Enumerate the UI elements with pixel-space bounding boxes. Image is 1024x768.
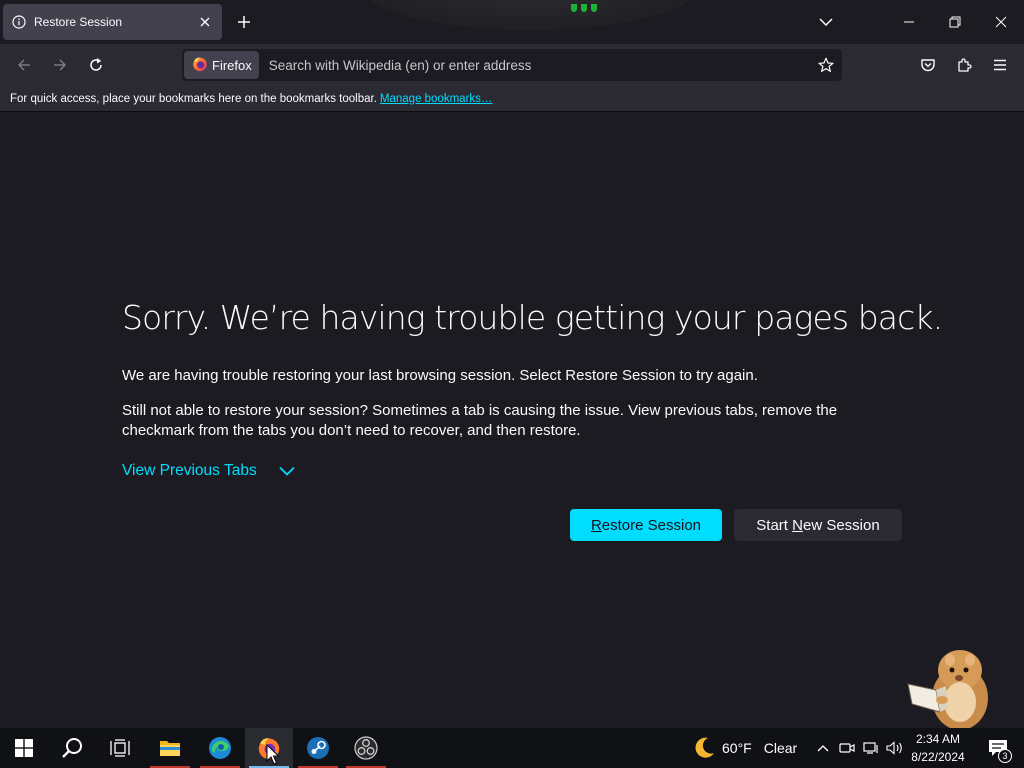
show-hidden-icons-button[interactable] (812, 728, 834, 768)
weather-condition: Clear (763, 740, 798, 756)
forward-button[interactable] (46, 51, 74, 79)
new-session-label-end: ew Session (802, 516, 880, 534)
list-all-tabs-button[interactable] (815, 11, 837, 33)
system-clock[interactable]: 2:34 AM 8/22/2024 (906, 730, 970, 766)
restore-session-page: Sorry. We’re having trouble getting your… (0, 112, 1024, 730)
edge-icon (209, 737, 231, 759)
taskbar-file-explorer[interactable] (146, 728, 194, 768)
chevron-up-icon (817, 745, 829, 752)
restore-description: We are having trouble restoring your las… (122, 367, 758, 384)
restore-window-button[interactable] (932, 0, 978, 44)
menu-button[interactable] (986, 51, 1014, 79)
steam-icon (307, 737, 329, 759)
clock-date: 8/22/2024 (911, 750, 965, 764)
url-input[interactable] (266, 50, 812, 80)
obs-icon (354, 736, 378, 760)
notification-count-badge: 3 (998, 749, 1012, 763)
view-previous-tabs-toggle[interactable]: View Previous Tabs (122, 462, 295, 480)
tab-title: Restore Session (34, 15, 123, 29)
page-title: Sorry. We’re having trouble getting your… (122, 298, 943, 337)
search-icon (62, 738, 82, 758)
clock-time: 2:34 AM (915, 732, 961, 746)
extensions-button[interactable] (950, 51, 978, 79)
hamster-overlay-image (907, 650, 988, 730)
network-icon[interactable] (860, 728, 882, 768)
firefox-logo-icon (192, 56, 208, 75)
weather-temperature: 60°F (722, 740, 752, 756)
restore-help-text: Still not able to restore your session? … (122, 402, 838, 439)
bookmarks-toolbar: For quick access, place your bookmarks h… (0, 86, 1024, 112)
windows-logo-icon (15, 739, 33, 757)
chevron-down-icon (279, 466, 295, 476)
identity-box[interactable]: Firefox (184, 51, 259, 79)
pocket-button[interactable] (914, 51, 942, 79)
minimize-button[interactable] (886, 0, 932, 44)
action-center-button[interactable]: 3 (978, 728, 1018, 768)
address-bar[interactable]: Firefox (182, 49, 842, 81)
moon-icon (695, 737, 714, 758)
restore-session-button[interactable]: Restore Session (570, 509, 722, 541)
start-new-session-button[interactable]: Start New Session (734, 509, 902, 541)
restore-accesskey: R (590, 516, 602, 534)
weather-widget[interactable]: 60°F Clear (692, 728, 797, 768)
close-window-button[interactable] (978, 0, 1024, 44)
task-view-button[interactable] (96, 728, 144, 768)
task-view-icon (110, 739, 130, 757)
windows-taskbar: 60°F Clear 2:34 AM 8/22/2024 3 (0, 728, 1024, 768)
folder-icon (160, 741, 180, 756)
search-button[interactable] (48, 728, 96, 768)
view-previous-tabs-label: View Previous Tabs (122, 462, 257, 479)
taskbar-steam[interactable] (294, 728, 342, 768)
taskbar-edge[interactable] (196, 728, 244, 768)
info-icon (11, 14, 27, 30)
bookmarks-empty-message: For quick access, place your bookmarks h… (10, 92, 377, 105)
tab-close-icon[interactable] (196, 13, 214, 31)
new-session-accesskey: N (792, 516, 803, 534)
mouse-cursor-icon (266, 744, 280, 765)
new-session-label-start: Start (756, 516, 793, 534)
manage-bookmarks-link[interactable]: Manage bookmarks… (380, 93, 493, 105)
reload-button[interactable] (82, 51, 110, 79)
taskbar-obs[interactable] (342, 728, 390, 768)
identity-label: Firefox (212, 57, 252, 73)
start-button[interactable] (0, 728, 48, 768)
meet-now-icon[interactable] (836, 728, 858, 768)
theme-background-art (360, 0, 700, 30)
theme-decoration (569, 4, 599, 16)
tab-strip: Restore Session (0, 0, 1024, 44)
navigation-toolbar: Firefox (0, 44, 1024, 86)
back-button[interactable] (10, 51, 38, 79)
bookmark-star-icon[interactable] (812, 51, 840, 79)
restore-button-label: estore Session (601, 516, 702, 534)
tab-restore-session[interactable]: Restore Session (3, 4, 222, 40)
volume-icon[interactable] (884, 728, 906, 768)
new-tab-button[interactable] (233, 11, 255, 33)
